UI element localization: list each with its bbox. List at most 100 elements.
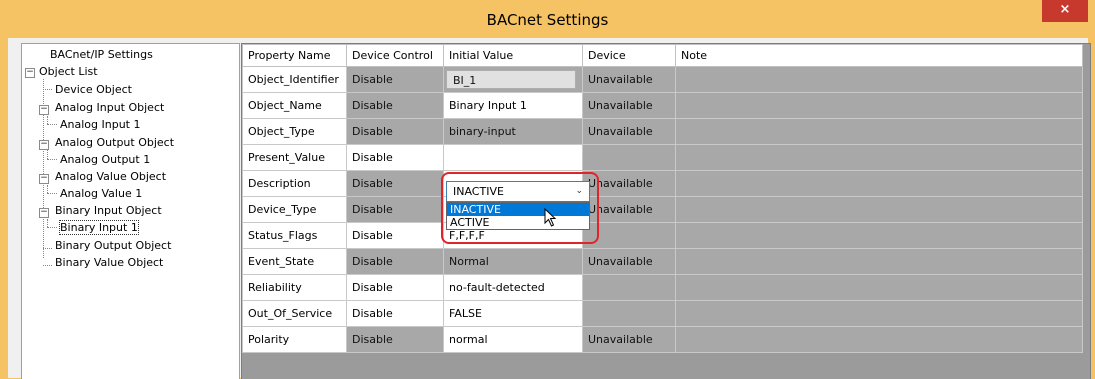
tree-line: [47, 193, 57, 194]
note-cell: [675, 196, 1083, 223]
initial-value-cell: [443, 144, 583, 171]
initial-value-cell: Normal: [443, 248, 583, 275]
window-title: BACnet Settings: [486, 11, 609, 29]
tree-item-bacnet-ip-settings[interactable]: BACnet/IP Settings: [50, 48, 153, 61]
tree-line: [47, 227, 57, 228]
table-row: Device_Type Disable Unavailable: [242, 196, 1083, 223]
device-cell: Unavailable: [582, 66, 676, 93]
tree-item-analog-input-object[interactable]: Analog Input Object: [55, 101, 164, 114]
device-control-cell[interactable]: Disable: [346, 300, 444, 327]
tree-item-analog-output-1[interactable]: Analog Output 1: [60, 153, 150, 166]
table-row: Object_Type Disable binary-input Unavail…: [242, 118, 1083, 145]
settings-tree[interactable]: BACnet/IP Settings − Object List Device …: [21, 43, 240, 379]
tree-item-binary-output-object[interactable]: Binary Output Object: [55, 239, 171, 252]
property-name-cell: Out_Of_Service: [242, 300, 347, 327]
property-table: Property Name Device Control Initial Val…: [242, 44, 1083, 353]
tree-item-device-object[interactable]: Device Object: [55, 83, 132, 96]
object-identifier-field[interactable]: BI_1: [446, 70, 576, 89]
device-control-cell[interactable]: Disable: [346, 144, 444, 171]
property-name-cell: Object_Name: [242, 92, 347, 119]
table-row: Reliability Disable no-fault-detected: [242, 274, 1083, 301]
initial-value-cell[interactable]: FALSE: [443, 300, 583, 327]
device-cell: Unavailable: [582, 92, 676, 119]
column-header-device-control[interactable]: Device Control: [346, 44, 444, 67]
note-cell: [675, 300, 1083, 327]
property-name-cell: Status_Flags: [242, 222, 347, 249]
property-name-cell: Polarity: [242, 326, 347, 353]
property-name-cell: Object_Type: [242, 118, 347, 145]
header-row: Property Name Device Control Initial Val…: [242, 44, 1083, 67]
title-bar: BACnet Settings ×: [0, 0, 1095, 38]
tree-line: [47, 124, 57, 125]
tree-line: [43, 89, 52, 90]
device-control-cell: Disable: [346, 170, 444, 197]
initial-value-cell: binary-input: [443, 118, 583, 145]
property-name-cell: Object_Identifier: [242, 66, 347, 93]
column-header-device[interactable]: Device: [582, 44, 676, 67]
note-cell: [675, 118, 1083, 145]
collapse-icon[interactable]: −: [39, 140, 49, 150]
tree-item-binary-value-object[interactable]: Binary Value Object: [55, 256, 163, 269]
device-control-cell: Disable: [346, 248, 444, 275]
note-cell: [675, 222, 1083, 249]
device-control-cell: Disable: [346, 326, 444, 353]
note-cell: [675, 144, 1083, 171]
tree-line: [43, 248, 52, 249]
collapse-icon[interactable]: −: [39, 105, 49, 115]
device-control-cell: Disable: [346, 118, 444, 145]
initial-value-cell[interactable]: Binary Input 1: [443, 92, 583, 119]
column-header-initial-value[interactable]: Initial Value: [443, 44, 583, 67]
property-name-cell: Present_Value: [242, 144, 347, 171]
device-control-cell[interactable]: Disable: [346, 274, 444, 301]
property-name-cell: Event_State: [242, 248, 347, 275]
collapse-icon[interactable]: −: [25, 68, 35, 78]
device-cell: [582, 274, 676, 301]
device-control-cell[interactable]: Disable: [346, 222, 444, 249]
close-button[interactable]: ×: [1042, 0, 1088, 22]
tree-line: [47, 116, 48, 124]
device-cell: [582, 144, 676, 171]
device-cell: Unavailable: [582, 118, 676, 145]
note-cell: [675, 92, 1083, 119]
table-row: Status_Flags Disable F,F,F,F: [242, 222, 1083, 249]
collapse-icon[interactable]: −: [39, 174, 49, 184]
annotation-highlight-box: [441, 172, 599, 244]
initial-value-cell: BI_1: [443, 66, 583, 93]
initial-value-cell[interactable]: normal: [443, 326, 583, 353]
note-cell: [675, 170, 1083, 197]
dialog-body: BACnet/IP Settings − Object List Device …: [8, 38, 1091, 379]
tree-line: [47, 150, 48, 159]
table-row: Object_Name Disable Binary Input 1 Unava…: [242, 92, 1083, 119]
device-cell: Unavailable: [582, 326, 676, 353]
table-row: Object_Identifier Disable BI_1 Unavailab…: [242, 66, 1083, 93]
note-cell: [675, 274, 1083, 301]
tree-item-analog-value-object[interactable]: Analog Value Object: [55, 170, 166, 183]
column-header-note[interactable]: Note: [675, 44, 1083, 67]
initial-value-cell[interactable]: no-fault-detected: [443, 274, 583, 301]
tree-item-object-list[interactable]: Object List: [39, 65, 98, 78]
property-name-cell: Description: [242, 170, 347, 197]
collapse-icon[interactable]: −: [39, 208, 49, 218]
tree-item-binary-input-1[interactable]: Binary Input 1: [59, 220, 139, 235]
property-grid: Property Name Device Control Initial Val…: [241, 43, 1091, 379]
tree-item-binary-input-object[interactable]: Binary Input Object: [55, 204, 162, 217]
column-header-property-name[interactable]: Property Name: [242, 44, 347, 67]
property-name-cell: Device_Type: [242, 196, 347, 223]
tree-item-analog-input-1[interactable]: Analog Input 1: [60, 118, 140, 131]
device-control-cell: Disable: [346, 66, 444, 93]
property-name-cell: Reliability: [242, 274, 347, 301]
note-cell: [675, 66, 1083, 93]
tree-item-analog-output-object[interactable]: Analog Output Object: [55, 136, 174, 149]
device-cell: [582, 300, 676, 327]
device-control-cell: Disable: [346, 196, 444, 223]
table-row: Out_Of_Service Disable FALSE: [242, 300, 1083, 327]
table-row: Event_State Disable Normal Unavailable: [242, 248, 1083, 275]
tree-line: [47, 219, 48, 227]
table-row: Present_Value Disable: [242, 144, 1083, 171]
tree-item-analog-value-1[interactable]: Analog Value 1: [60, 187, 142, 200]
tree-line: [47, 159, 57, 160]
table-row: Polarity Disable normal Unavailable: [242, 326, 1083, 353]
tree-line: [43, 265, 52, 266]
device-control-cell: Disable: [346, 92, 444, 119]
tree-line: [47, 185, 48, 193]
